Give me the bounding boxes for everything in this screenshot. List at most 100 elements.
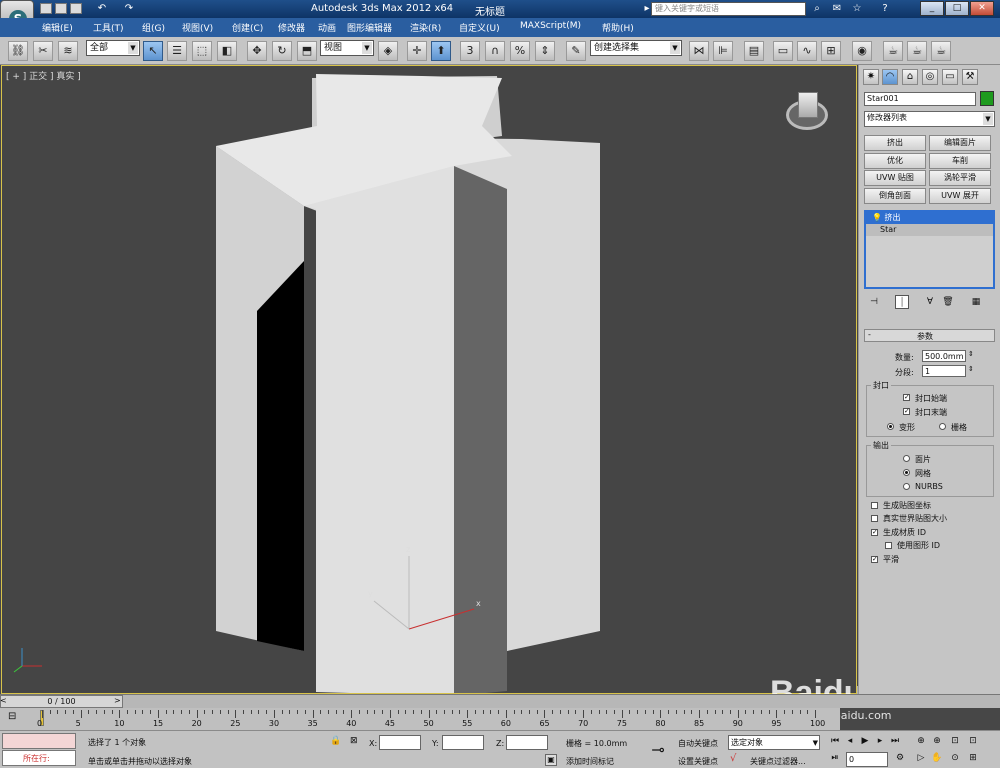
modifier-unwrap-uvw-button[interactable]: UVW 展开: [929, 188, 991, 204]
prev-key-icon[interactable]: ◂: [843, 735, 857, 748]
viewport-perspective[interactable]: [ + ] 正交 ] 真实 ] x y z: [1, 65, 857, 694]
menu-help[interactable]: 帮助(H): [602, 21, 634, 34]
modifier-turbosmooth-button[interactable]: 涡轮平滑: [929, 170, 991, 186]
reference-coordinate-dropdown[interactable]: 视图 ▼: [320, 40, 374, 56]
stack-item-extrude[interactable]: 💡 挤出: [866, 212, 993, 224]
mesh-radio[interactable]: [903, 469, 910, 476]
select-by-name-icon[interactable]: ☰: [167, 41, 187, 61]
gen-matid-checkbox[interactable]: ✓: [871, 529, 878, 536]
rendered-frame-window-icon[interactable]: ☕: [907, 41, 927, 61]
pan-icon[interactable]: ✋: [930, 752, 944, 765]
menu-animation[interactable]: 动画: [318, 21, 336, 34]
search-input[interactable]: 键入关键字或短语: [651, 2, 806, 16]
curve-editor-icon[interactable]: ∿: [797, 41, 817, 61]
play-animation-icon[interactable]: ▶: [858, 735, 872, 748]
x-coord-input[interactable]: [379, 735, 421, 750]
grid-radio[interactable]: [939, 423, 946, 430]
edit-named-selection-icon[interactable]: ✎: [566, 41, 586, 61]
link-icon[interactable]: ⛓: [8, 41, 28, 61]
patch-radio[interactable]: [903, 455, 910, 462]
object-color-swatch[interactable]: [980, 91, 994, 106]
modifier-bevel-profile-button[interactable]: 倒角剖面: [864, 188, 926, 204]
time-slider[interactable]: 0 / 100: [0, 695, 123, 708]
menu-graph-editors[interactable]: 图形编辑器: [347, 21, 392, 34]
menu-tools[interactable]: 工具(T): [93, 21, 124, 34]
set-key-button[interactable]: 设置关键点: [678, 756, 718, 767]
menu-views[interactable]: 视图(V): [182, 21, 213, 34]
hierarchy-tab-icon[interactable]: ⌂: [902, 69, 918, 85]
render-production-icon[interactable]: ☕: [931, 41, 951, 61]
time-config-icon[interactable]: ⚙: [893, 752, 907, 765]
select-manipulate-icon[interactable]: ✛: [407, 41, 427, 61]
utilities-tab-icon[interactable]: ⚒: [962, 69, 978, 85]
key-filters-button[interactable]: 关键点过滤器...: [750, 756, 806, 767]
named-selection-dropdown[interactable]: 创建选择集 ▼: [590, 40, 682, 56]
window-crossing-icon[interactable]: ◧: [217, 41, 237, 61]
modifier-edit-patch-button[interactable]: 编辑面片: [929, 135, 991, 151]
scale-icon[interactable]: ⬒: [297, 41, 317, 61]
modifier-extrude-button[interactable]: 挤出: [864, 135, 926, 151]
communication-icon[interactable]: ✉: [830, 2, 844, 16]
layer-manager-icon[interactable]: ▤: [744, 41, 764, 61]
rectangle-selection-icon[interactable]: ⬚: [192, 41, 212, 61]
unlink-icon[interactable]: ✂: [33, 41, 53, 61]
percent-snap-icon[interactable]: %: [510, 41, 530, 61]
make-unique-icon[interactable]: ∀: [923, 295, 937, 309]
binoculars-icon[interactable]: ⌕: [810, 2, 824, 16]
use-shape-id-checkbox[interactable]: [885, 542, 892, 549]
remove-modifier-icon[interactable]: 🗑: [941, 295, 955, 309]
zoom-extents-icon[interactable]: ⊡: [948, 735, 962, 748]
selection-filter-dropdown[interactable]: 全部 ▼: [86, 40, 140, 56]
snap-toggle-icon[interactable]: 3: [460, 41, 480, 61]
key-icon[interactable]: ⊸: [644, 737, 672, 763]
goto-start-icon[interactable]: ⏮: [828, 735, 842, 748]
morph-radio[interactable]: [887, 423, 894, 430]
modifier-stack[interactable]: 💡 挤出 Star: [864, 210, 995, 289]
menu-create[interactable]: 创建(C): [232, 21, 263, 34]
zoom-icon[interactable]: ⊕: [914, 735, 928, 748]
angle-snap-icon[interactable]: ∩: [485, 41, 505, 61]
menu-group[interactable]: 组(G): [142, 21, 165, 34]
segments-input[interactable]: 1: [922, 365, 966, 377]
z-coord-input[interactable]: [506, 735, 548, 750]
mirror-icon[interactable]: ⋈: [689, 41, 709, 61]
menu-rendering[interactable]: 渲染(R): [410, 21, 441, 34]
segments-spinner-icon[interactable]: ⇕: [968, 365, 974, 373]
new-icon[interactable]: [40, 3, 52, 14]
select-object-icon[interactable]: ↖: [143, 41, 163, 61]
lock-icon[interactable]: 🔒: [330, 736, 341, 746]
pin-stack-icon[interactable]: ⊣: [867, 295, 881, 309]
open-icon[interactable]: [55, 3, 67, 14]
cap-end-checkbox[interactable]: ✓: [903, 408, 910, 415]
auto-key-button[interactable]: 自动关键点: [678, 738, 718, 749]
absolute-mode-icon[interactable]: ⊠: [350, 736, 358, 746]
zoom-extents-all-icon[interactable]: ⊡: [966, 735, 980, 748]
maxscript-listener[interactable]: [2, 733, 76, 749]
field-of-view-icon[interactable]: ▷: [914, 752, 928, 765]
configure-sets-icon[interactable]: ▦: [969, 295, 983, 309]
viewcube-icon[interactable]: [798, 92, 818, 118]
bind-spacewarp-icon[interactable]: ≋: [58, 41, 78, 61]
nurbs-radio[interactable]: [903, 483, 910, 490]
rotate-icon[interactable]: ↻: [272, 41, 292, 61]
modifier-uvw-map-button[interactable]: UVW 贴图: [864, 170, 926, 186]
star-icon[interactable]: ☆: [850, 2, 864, 16]
show-end-result-icon[interactable]: ⏐: [895, 295, 909, 309]
prev-frame-icon[interactable]: <: [0, 696, 7, 705]
create-tab-icon[interactable]: ✷: [863, 69, 879, 85]
modifier-lathe-button[interactable]: 车削: [929, 153, 991, 169]
key-mode-icon[interactable]: ⏯: [828, 752, 842, 765]
time-tag-icon[interactable]: ▣: [545, 754, 557, 766]
menu-maxscript[interactable]: MAXScript(M): [520, 21, 581, 31]
stack-item-star[interactable]: Star: [866, 224, 993, 236]
motion-tab-icon[interactable]: ◎: [922, 69, 938, 85]
display-tab-icon[interactable]: ▭: [942, 69, 958, 85]
track-bar[interactable]: ⊟ 0 5 10 15 20 25 30 35 40 45 50 55 60 65 70 75 80 85 90 95…: [0, 708, 840, 730]
gen-mapping-checkbox[interactable]: [871, 502, 878, 509]
schematic-view-icon[interactable]: ⊞: [821, 41, 841, 61]
render-setup-icon[interactable]: ☕: [883, 41, 903, 61]
material-editor-icon[interactable]: ◉: [852, 41, 872, 61]
orbit-icon[interactable]: ⊙: [948, 752, 962, 765]
maximize-button[interactable]: □: [945, 1, 969, 16]
menu-customize[interactable]: 自定义(U): [459, 21, 500, 34]
